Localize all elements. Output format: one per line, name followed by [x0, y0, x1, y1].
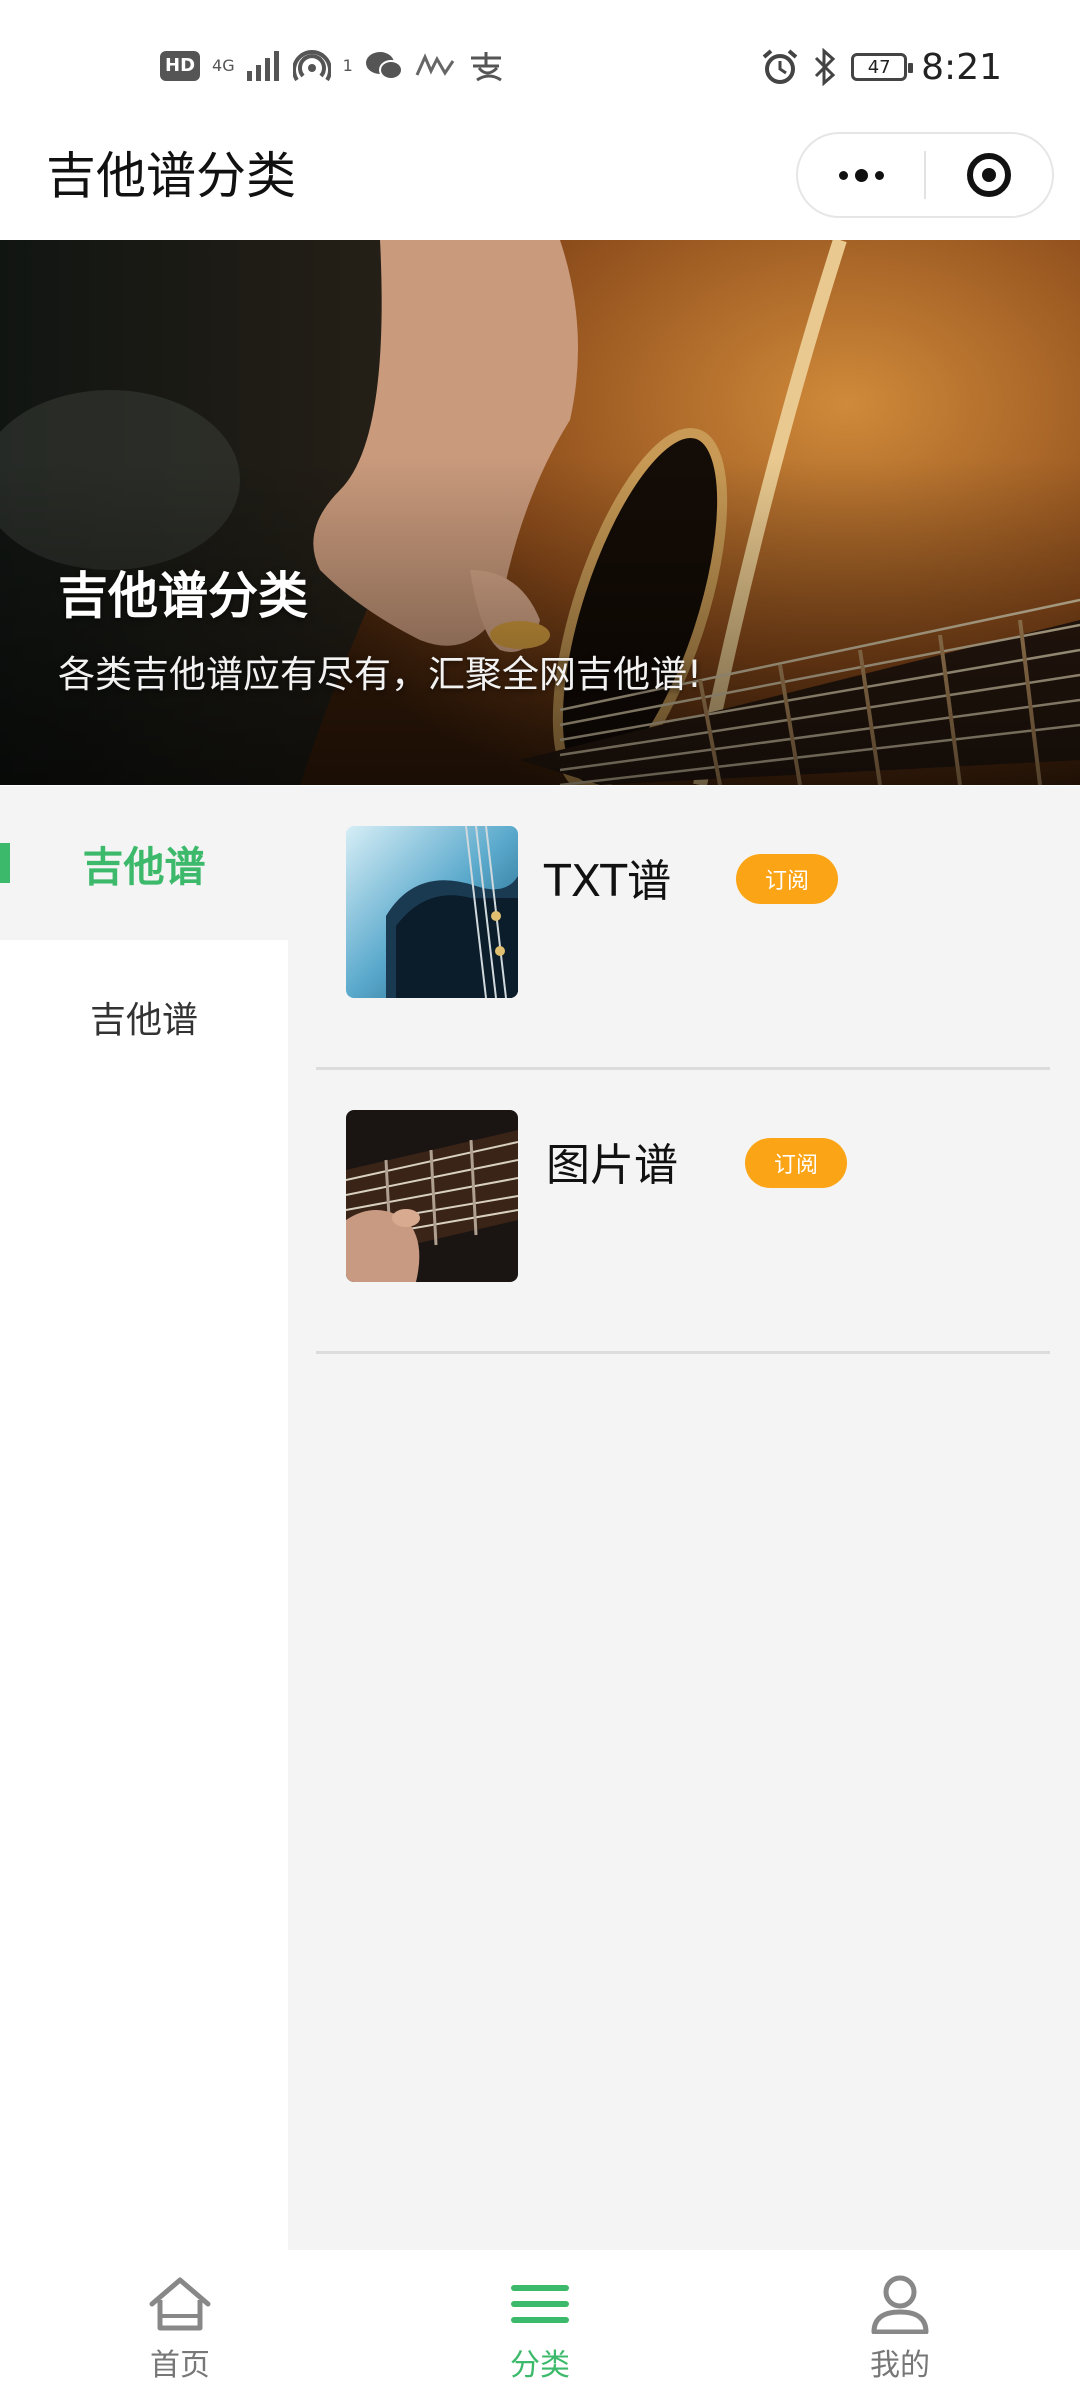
hotspot-count: 1	[342, 56, 353, 75]
thumbnail-image	[346, 826, 518, 998]
guitar-thumb-blue	[346, 826, 518, 998]
tab-bar: 首页 分类 我的	[0, 2250, 1080, 2400]
banner-image	[0, 240, 1080, 785]
tab-label: 分类	[510, 2348, 570, 2383]
guitar-thumb-fretboard	[346, 1110, 518, 1282]
banner-title: 吉他谱分类	[58, 567, 308, 625]
list-item[interactable]: 图片谱 订阅	[316, 1070, 1050, 1354]
guitar-photo	[0, 240, 1080, 785]
thumbnail-image	[346, 1110, 518, 1282]
subscribe-button[interactable]: 订阅	[736, 854, 838, 904]
tab-mine[interactable]: 我的	[720, 2250, 1080, 2400]
banner-subtitle: 各类吉他谱应有尽有，汇聚全网吉他谱!	[58, 653, 702, 696]
category-content: TXT谱 订阅 图片谱 订阅	[288, 786, 1080, 2250]
battery-level: 47	[867, 56, 891, 78]
clock: 8:21	[921, 46, 1002, 88]
menu-icon	[511, 2285, 569, 2323]
more-dots-icon	[838, 168, 884, 182]
list-item[interactable]: TXT谱 订阅	[316, 786, 1050, 1070]
close-target-icon	[967, 153, 1011, 197]
network-type-label: 4G	[212, 56, 235, 75]
category-label: 吉他谱	[82, 843, 206, 891]
signal-icon	[246, 51, 279, 81]
battery-icon: 47	[851, 53, 914, 81]
page-title: 吉他谱分类	[46, 147, 296, 205]
tab-category[interactable]: 分类	[360, 2250, 720, 2400]
bluetooth-icon	[815, 48, 836, 86]
user-icon	[871, 2275, 929, 2334]
tab-label: 我的	[870, 2348, 930, 2383]
close-button[interactable]	[926, 134, 1052, 216]
home-icon	[149, 2277, 211, 2331]
tab-home[interactable]: 首页	[0, 2250, 360, 2400]
category-item[interactable]: 吉他谱	[0, 940, 288, 1094]
category-label: 吉他谱	[89, 1000, 198, 1041]
item-title: 图片谱	[546, 1140, 678, 1191]
app-notification-icon	[415, 53, 455, 76]
status-bar-left: HD 4G 1	[160, 44, 505, 88]
wechat-icon	[365, 52, 403, 80]
category-sidebar: 吉他谱 吉他谱	[0, 786, 288, 2250]
status-bar-right: 47 8:21	[761, 42, 1002, 92]
more-button[interactable]	[798, 134, 924, 216]
alarm-icon	[762, 49, 798, 84]
hd-icon: HD	[160, 51, 201, 81]
mini-program-capsule	[796, 132, 1054, 218]
subscribe-button[interactable]: 订阅	[745, 1138, 847, 1188]
hotspot-icon	[292, 50, 331, 82]
item-title: TXT谱	[544, 856, 672, 907]
category-item-active[interactable]: 吉他谱	[0, 786, 288, 940]
tab-label: 首页	[150, 2348, 210, 2383]
alipay-icon	[470, 52, 502, 82]
